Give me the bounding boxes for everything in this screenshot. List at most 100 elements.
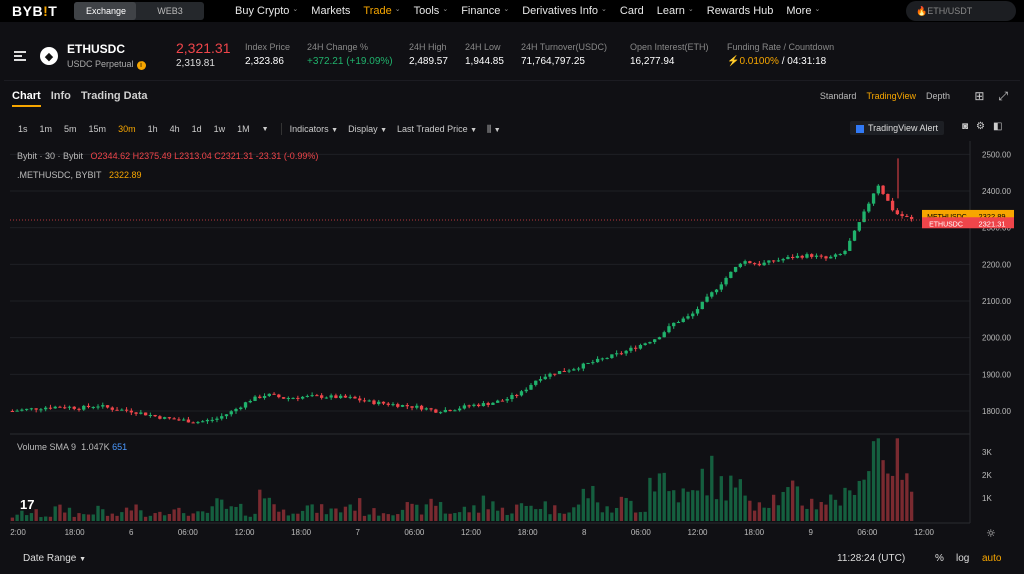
nav-learn[interactable]: Learn xyxy=(657,5,685,17)
volume-bar xyxy=(77,513,81,521)
volume-bar xyxy=(733,487,738,521)
volume-bar xyxy=(848,490,852,521)
volume-bar xyxy=(472,505,476,521)
nav-derivatives-info[interactable]: Derivatives Info xyxy=(522,5,598,17)
nav-card[interactable]: Card xyxy=(620,5,644,17)
y-tick-label: 2100.00 xyxy=(982,297,1011,306)
volume-bar xyxy=(253,513,257,521)
log-toggle[interactable]: log xyxy=(956,553,969,564)
volume-bar xyxy=(881,460,885,521)
product-type: USDC Perpetual i xyxy=(67,59,146,70)
candle xyxy=(714,289,719,293)
nav-finance[interactable]: Finance xyxy=(461,5,500,17)
candle xyxy=(20,409,24,411)
stat-24h-change: 24H Change % +372.21 (+19.09%) xyxy=(307,42,393,67)
volume-bar xyxy=(358,498,362,521)
volume-bar xyxy=(510,513,514,521)
candle xyxy=(757,263,762,266)
info-icon[interactable]: i xyxy=(136,61,146,70)
candle xyxy=(667,326,671,333)
candle xyxy=(691,313,695,317)
nav-trade[interactable]: Trade xyxy=(363,5,391,17)
nav-markets[interactable]: Markets xyxy=(311,5,350,17)
candle xyxy=(124,409,129,411)
auto-toggle[interactable]: auto xyxy=(982,553,1001,564)
candle xyxy=(467,405,471,407)
x-tick-label: 2:00 xyxy=(10,528,26,537)
candle xyxy=(743,261,747,264)
exchange-tab[interactable]: Exchange xyxy=(74,2,136,20)
volume-bar xyxy=(115,515,119,521)
volume-bar xyxy=(862,479,866,521)
volume-bar xyxy=(310,504,314,521)
volume-bar xyxy=(529,505,533,521)
candle xyxy=(895,210,900,215)
y-tick-label: 2200.00 xyxy=(982,260,1011,269)
candle xyxy=(277,394,281,398)
volume-bar xyxy=(362,515,367,521)
candle xyxy=(600,358,605,360)
candle xyxy=(234,409,238,412)
bybit-logo[interactable]: BYB!T xyxy=(12,3,68,19)
volume-bar xyxy=(448,513,452,521)
volume-bar xyxy=(91,514,95,521)
candle xyxy=(810,254,814,257)
hamburger-menu-icon[interactable] xyxy=(14,49,26,63)
volume-bar xyxy=(429,498,433,521)
web3-tab[interactable]: WEB3 xyxy=(136,2,204,20)
candle xyxy=(795,255,800,258)
volume-bar xyxy=(129,510,133,521)
percent-toggle[interactable]: % xyxy=(935,553,944,564)
volume-bar xyxy=(29,513,34,521)
volume-bar xyxy=(405,502,409,521)
nav-buy-crypto[interactable]: Buy Crypto xyxy=(235,5,289,17)
candle xyxy=(358,398,362,401)
volume-bar xyxy=(453,513,457,521)
candle xyxy=(115,409,119,411)
candle xyxy=(643,343,647,345)
date-range-dropdown[interactable]: Date Range ▼ xyxy=(23,553,86,564)
candle xyxy=(538,379,543,381)
candle xyxy=(377,401,381,405)
candle xyxy=(267,393,271,396)
y-tick-label: 1900.00 xyxy=(982,370,1011,379)
volume-bar xyxy=(505,514,509,521)
search-input[interactable]: 🔥ETH/USDT xyxy=(906,1,1016,21)
candle xyxy=(348,396,352,398)
x-tick-label: 06:00 xyxy=(404,528,425,537)
volume-bar xyxy=(748,500,752,521)
symbol-block[interactable]: ETHUSDC USDC Perpetual i xyxy=(67,42,146,70)
candle xyxy=(258,396,262,398)
volume-bar xyxy=(591,485,595,521)
volume-bar xyxy=(876,438,880,521)
volume-bar xyxy=(629,500,633,521)
volume-bar xyxy=(381,513,386,521)
volume-bar xyxy=(415,504,419,521)
volume-bar xyxy=(538,508,543,521)
volume-bar xyxy=(638,512,643,521)
volume-bar xyxy=(857,480,861,521)
volume-bar xyxy=(852,494,857,521)
price-tag-name-text: ETHUSDC xyxy=(929,221,963,228)
volume-bar xyxy=(648,477,652,521)
candle xyxy=(220,416,224,419)
volume-bar xyxy=(177,507,181,521)
chevron-down-icon: ⌄ xyxy=(394,6,401,13)
nav-more[interactable]: More xyxy=(786,5,811,17)
candle xyxy=(82,405,86,410)
volume-bar xyxy=(462,506,467,521)
candle xyxy=(39,409,43,411)
volume-bar xyxy=(810,498,814,521)
nav-rewards-hub[interactable]: Rewards Hub xyxy=(707,5,774,17)
volume-bar xyxy=(767,507,771,521)
stat-funding-rate[interactable]: Funding Rate / Countdown ⚡0.0100% / 04:31… xyxy=(727,42,834,67)
volume-bar xyxy=(691,490,695,521)
candle xyxy=(229,411,233,415)
chart-panel: Chart Info Trading Data Standard Trading… xyxy=(4,80,1020,570)
volume-bar xyxy=(343,506,348,521)
candle xyxy=(172,418,176,420)
volume-bar xyxy=(724,500,728,521)
nav-tools[interactable]: Tools xyxy=(414,5,440,17)
volume-bar xyxy=(248,516,252,521)
volume-bar xyxy=(824,504,828,521)
